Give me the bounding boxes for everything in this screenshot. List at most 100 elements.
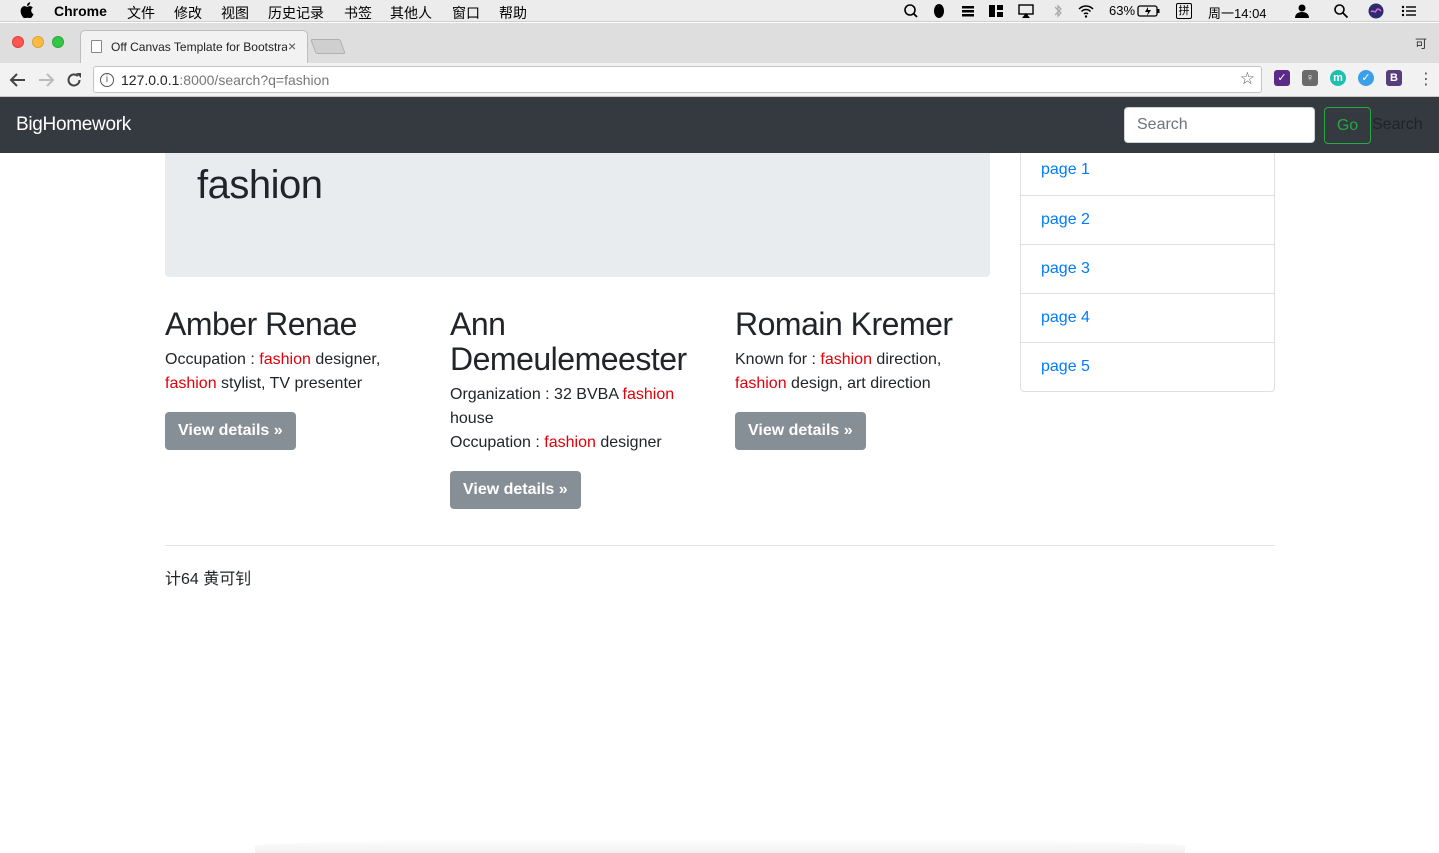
menu-bookmarks[interactable]: 书签 — [344, 3, 372, 23]
search-tray-icon[interactable] — [903, 3, 919, 19]
tab-close-icon[interactable]: × — [288, 38, 296, 54]
search-input[interactable]: Search — [1124, 107, 1315, 143]
tab-title: Off Canvas Template for Bootstrap — [111, 40, 287, 54]
b-extension-icon[interactable]: B — [1386, 70, 1402, 86]
view-details-button[interactable]: View details » — [450, 471, 581, 509]
chrome-menu-icon[interactable]: ⋮ — [1418, 69, 1434, 89]
highlighted-term: fashion — [622, 386, 675, 403]
menu-view[interactable]: 视图 — [221, 3, 249, 23]
check-extension-icon[interactable]: ✓ — [1274, 70, 1290, 86]
reload-icon[interactable] — [65, 71, 83, 89]
url-text[interactable]: 127.0.0.1:8000/search?q=fashion — [121, 72, 329, 88]
active-tab[interactable]: Off Canvas Template for Bootstrap × — [80, 30, 308, 63]
footer-text: 计64 黄可钊 — [165, 571, 252, 588]
new-tab-button[interactable] — [310, 39, 346, 54]
battery-charging-icon[interactable] — [1137, 3, 1161, 19]
minimize-window-button[interactable] — [32, 36, 44, 48]
go-button[interactable]: Go — [1324, 107, 1371, 144]
m-extension-icon[interactable]: m — [1330, 70, 1346, 86]
highlighted-term: fashion — [165, 375, 217, 392]
browser-toolbar: i 127.0.0.1:8000/search?q=fashion ☆ ✓ ♀ … — [0, 63, 1439, 97]
clock[interactable]: 周一14:04 — [1208, 3, 1267, 22]
result-detail-line: Occupation : fashion designer — [450, 431, 705, 455]
bluetooth-icon[interactable] — [1050, 3, 1066, 19]
detail-text: house — [450, 410, 494, 427]
result-detail-line: Known for : fashion direction, fashion d… — [735, 348, 990, 396]
result-card: Amber Renae Occupation : fashion designe… — [165, 307, 420, 450]
bookmark-star-icon[interactable]: ☆ — [1240, 69, 1255, 89]
profile-char[interactable]: 可 — [1415, 35, 1427, 52]
user-icon[interactable] — [1294, 3, 1310, 19]
detail-text: Organization : 32 BVBA — [450, 386, 623, 403]
zoom-window-button[interactable] — [52, 36, 64, 48]
menu-people[interactable]: 其他人 — [390, 3, 432, 23]
highlighted-term: fashion — [544, 434, 596, 451]
menu-help[interactable]: 帮助 — [499, 3, 527, 23]
url-host: 127.0.0.1 — [121, 72, 180, 88]
menu-window[interactable]: 窗口 — [452, 3, 480, 23]
page-link-4[interactable]: page 4 — [1021, 293, 1274, 342]
result-description: Organization : 32 BVBA fashion house Occu… — [450, 383, 705, 455]
page-icon — [91, 40, 102, 53]
menu-file[interactable]: 文件 — [127, 3, 155, 23]
bottom-shadow — [255, 839, 1185, 853]
menu-history[interactable]: 历史记录 — [268, 3, 324, 23]
page-list: page 1 page 2 page 3 page 4 page 5 — [1020, 146, 1275, 392]
url-path: :8000/search?q=fashion — [179, 72, 330, 88]
result-description: Known for : fashion direction, fashion d… — [735, 348, 990, 396]
detail-text: designer — [595, 434, 662, 451]
result-name: Amber Renae — [165, 306, 357, 342]
spotlight-icon[interactable] — [1333, 3, 1349, 19]
lightbulb-extension-icon[interactable]: ♀ — [1302, 70, 1318, 86]
wifi-icon[interactable] — [1078, 3, 1094, 19]
search-query-heading: fashion — [197, 163, 323, 207]
close-window-button[interactable] — [12, 36, 24, 48]
highlighted-term: fashion — [735, 375, 787, 392]
detail-text: direction, — [871, 351, 942, 368]
footer-divider — [165, 545, 1275, 546]
detail-text: designer, — [310, 351, 381, 368]
address-bar[interactable]: i 127.0.0.1:8000/search?q=fashion ☆ — [93, 66, 1262, 93]
page-viewport: BigHomework Search Go Search fashion Amb… — [0, 97, 1439, 853]
view-details-button[interactable]: View details » — [165, 412, 296, 450]
navbar: BigHomework Search Go Search — [0, 97, 1439, 153]
apple-icon[interactable] — [20, 2, 34, 18]
detail-text: Occupation : — [450, 434, 545, 451]
macos-menu-bar: Chrome 文件 修改 视图 历史记录 书签 其他人 窗口 帮助 63% 拼 … — [0, 0, 1439, 22]
layout-icon[interactable] — [988, 3, 1004, 19]
detail-text: stylist, TV presenter — [216, 375, 363, 392]
page-link-5[interactable]: page 5 — [1021, 342, 1274, 391]
highlighted-term: fashion — [820, 351, 872, 368]
notification-center-icon[interactable] — [1401, 3, 1417, 19]
result-card: Romain Kremer Known for : fashion direct… — [735, 307, 990, 450]
navbar-brand[interactable]: BigHomework — [16, 114, 131, 136]
detail-text: Known for : — [735, 351, 821, 368]
page-link-3[interactable]: page 3 — [1021, 244, 1274, 293]
battery-percent: 63% — [1109, 3, 1136, 18]
page-link-2[interactable]: page 2 — [1021, 195, 1274, 244]
detail-text: Occupation : — [165, 351, 260, 368]
forward-arrow-icon[interactable] — [37, 71, 55, 89]
result-card: Ann Demeulemeester Organization : 32 BVB… — [450, 307, 705, 509]
result-name: Romain Kremer — [735, 306, 953, 342]
result-detail-line: Organization : 32 BVBA fashion house — [450, 383, 705, 431]
result-description: Occupation : fashion designer, fashion s… — [165, 348, 420, 396]
airplay-icon[interactable] — [1018, 3, 1034, 19]
qq-penguin-icon[interactable] — [931, 3, 947, 19]
result-name: Ann Demeulemeester — [450, 306, 687, 377]
tab-strip: Off Canvas Template for Bootstrap × 可 — [0, 23, 1439, 63]
navbar-search-text: Search — [1372, 116, 1423, 133]
page-link-1[interactable]: page 1 — [1021, 146, 1274, 195]
back-arrow-icon[interactable] — [9, 71, 27, 89]
menu-app-chrome[interactable]: Chrome — [54, 3, 107, 19]
siri-icon[interactable] — [1368, 3, 1384, 19]
input-method-icon[interactable]: 拼 — [1176, 3, 1192, 19]
result-detail-line: Occupation : fashion designer, fashion s… — [165, 348, 420, 396]
menu-edit[interactable]: 修改 — [174, 3, 202, 23]
site-info-icon[interactable]: i — [100, 73, 114, 87]
stack-icon[interactable] — [960, 3, 976, 19]
highlighted-term: fashion — [259, 351, 311, 368]
detail-text: design, art direction — [786, 375, 931, 392]
view-details-button[interactable]: View details » — [735, 412, 866, 450]
feather-extension-icon[interactable]: ✓ — [1358, 70, 1374, 86]
